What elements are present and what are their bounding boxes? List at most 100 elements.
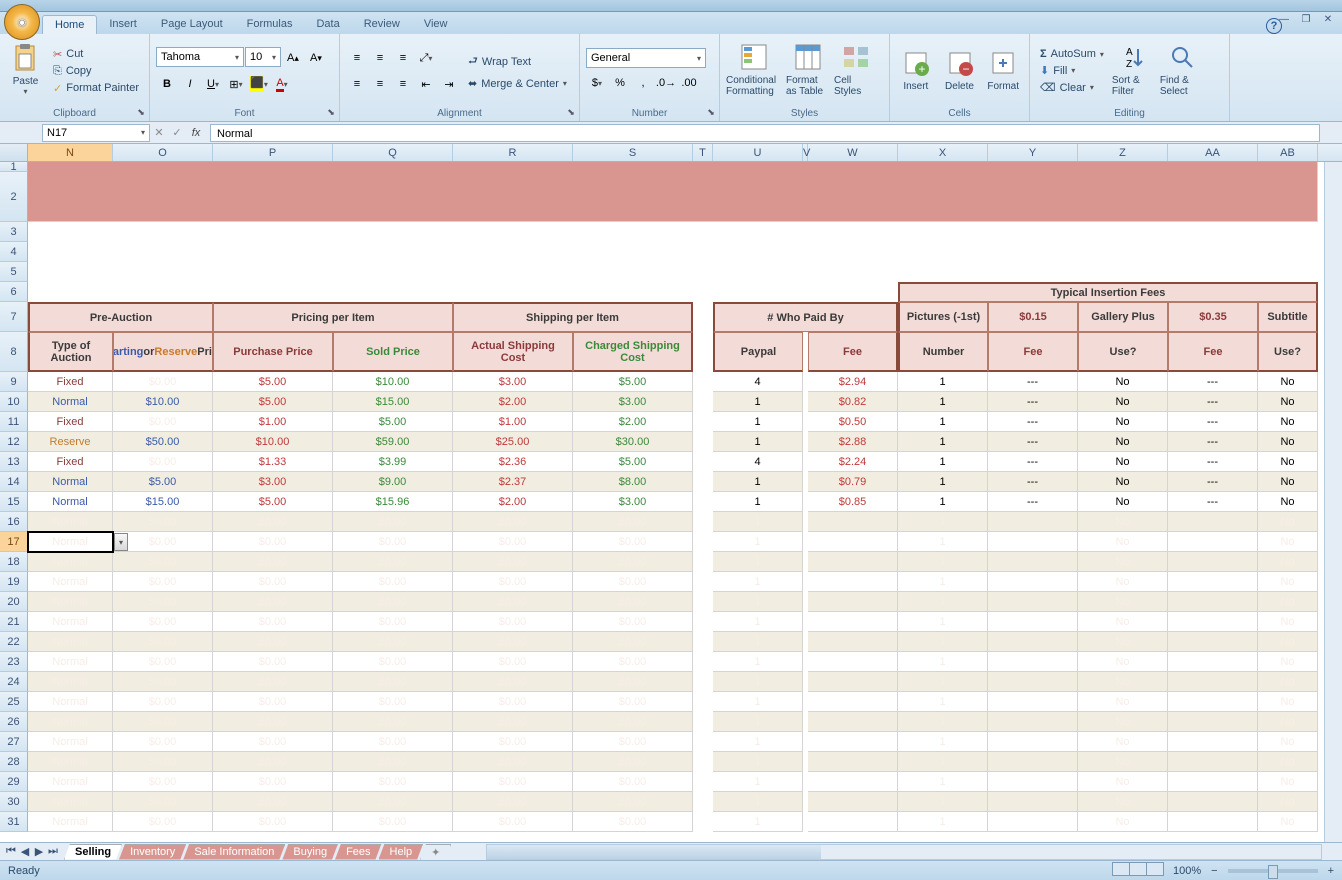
cell-N21[interactable]: Normal bbox=[28, 612, 113, 632]
cell-Y12[interactable]: --- bbox=[988, 432, 1078, 452]
cell-U14[interactable]: 1 bbox=[713, 472, 803, 492]
cell-S10[interactable]: $3.00 bbox=[573, 392, 693, 412]
cell-R15[interactable]: $2.00 bbox=[453, 492, 573, 512]
cell-O27[interactable]: $0.00 bbox=[113, 732, 213, 752]
close-icon[interactable]: ✕ bbox=[1320, 14, 1336, 26]
cell-X19[interactable]: 1 bbox=[898, 572, 988, 592]
cell-Z19[interactable]: No bbox=[1078, 572, 1168, 592]
cell-N20[interactable]: Normal bbox=[28, 592, 113, 612]
minimize-icon[interactable]: — bbox=[1276, 14, 1292, 26]
cell-AB20[interactable]: No bbox=[1258, 592, 1318, 612]
cell-P15[interactable]: $5.00 bbox=[213, 492, 333, 512]
cell-U11[interactable]: 1 bbox=[713, 412, 803, 432]
cell-AB11[interactable]: No bbox=[1258, 412, 1318, 432]
format-painter-button[interactable]: ✓Format Painter bbox=[49, 81, 143, 96]
cell-O31[interactable]: $0.00 bbox=[113, 812, 213, 832]
cell-AB8[interactable]: Use? bbox=[1258, 332, 1318, 372]
cell-P8[interactable]: Purchase Price bbox=[213, 332, 333, 372]
zoom-out-icon[interactable]: − bbox=[1211, 865, 1217, 877]
cell-W23[interactable] bbox=[808, 652, 898, 672]
selected-cell[interactable]: Normal bbox=[28, 532, 113, 552]
cell-AA13[interactable]: --- bbox=[1168, 452, 1258, 472]
cell-X20[interactable]: 1 bbox=[898, 592, 988, 612]
cell-AA16[interactable] bbox=[1168, 512, 1258, 532]
col-header-R[interactable]: R bbox=[453, 144, 573, 161]
cell-O19[interactable]: $0.00 bbox=[113, 572, 213, 592]
row-header-27[interactable]: 27 bbox=[0, 732, 28, 752]
row-header-31[interactable]: 31 bbox=[0, 812, 28, 832]
cell-X6[interactable]: Typical Insertion Fees bbox=[898, 282, 1318, 302]
cells-area[interactable]: Typical Insertion FeesPre-AuctionPricing… bbox=[28, 162, 1342, 832]
sheet-tab-buying[interactable]: Buying bbox=[282, 844, 338, 860]
cell-R16[interactable]: $0.00 bbox=[453, 512, 573, 532]
cell-styles-button[interactable]: Cell Styles bbox=[834, 36, 878, 102]
cell-Z28[interactable]: No bbox=[1078, 752, 1168, 772]
cell-AA26[interactable] bbox=[1168, 712, 1258, 732]
row-header-9[interactable]: 9 bbox=[0, 372, 28, 392]
cell-Z15[interactable]: No bbox=[1078, 492, 1168, 512]
cell-W22[interactable] bbox=[808, 632, 898, 652]
cell-N18[interactable]: Normal bbox=[28, 552, 113, 572]
cell-N23[interactable]: Normal bbox=[28, 652, 113, 672]
cell-S30[interactable]: $0.00 bbox=[573, 792, 693, 812]
dialog-launcher-icon[interactable]: ⬊ bbox=[325, 107, 337, 119]
view-buttons[interactable] bbox=[1112, 862, 1163, 879]
cell-Q28[interactable]: $0.00 bbox=[333, 752, 453, 772]
cell-N8[interactable]: Type of Auction bbox=[28, 332, 113, 372]
cell-X12[interactable]: 1 bbox=[898, 432, 988, 452]
font-color-button[interactable]: A▾ bbox=[271, 73, 293, 95]
col-header-Q[interactable]: Q bbox=[333, 144, 453, 161]
cell-N31[interactable]: Normal bbox=[28, 812, 113, 832]
cell-Y10[interactable]: --- bbox=[988, 392, 1078, 412]
cell-O17[interactable]: $0.00 bbox=[113, 532, 213, 552]
cell-Z18[interactable]: No bbox=[1078, 552, 1168, 572]
vertical-scrollbar[interactable] bbox=[1324, 162, 1342, 842]
row-header-21[interactable]: 21 bbox=[0, 612, 28, 632]
cell-X25[interactable]: 1 bbox=[898, 692, 988, 712]
cell-W25[interactable] bbox=[808, 692, 898, 712]
cell-R30[interactable]: $0.00 bbox=[453, 792, 573, 812]
formula-bar[interactable]: Normal bbox=[210, 124, 1320, 142]
cell-Y28[interactable] bbox=[988, 752, 1078, 772]
cell-AB22[interactable]: No bbox=[1258, 632, 1318, 652]
cell-P20[interactable]: $0.00 bbox=[213, 592, 333, 612]
cell-S19[interactable]: $0.00 bbox=[573, 572, 693, 592]
cell-S22[interactable]: $0.00 bbox=[573, 632, 693, 652]
cell-Y29[interactable] bbox=[988, 772, 1078, 792]
cell-N11[interactable]: Fixed bbox=[28, 412, 113, 432]
dialog-launcher-icon[interactable]: ⬊ bbox=[565, 107, 577, 119]
cell-N10[interactable]: Normal bbox=[28, 392, 113, 412]
cell-S20[interactable]: $0.00 bbox=[573, 592, 693, 612]
name-box[interactable]: N17▾ bbox=[42, 124, 150, 142]
cell-S12[interactable]: $30.00 bbox=[573, 432, 693, 452]
sheet-nav-next-icon[interactable]: ▶ bbox=[32, 845, 46, 858]
cell-Y18[interactable] bbox=[988, 552, 1078, 572]
col-header-N[interactable]: N bbox=[28, 144, 113, 161]
cell-R27[interactable]: $0.00 bbox=[453, 732, 573, 752]
cell-Y26[interactable] bbox=[988, 712, 1078, 732]
cell-U13[interactable]: 4 bbox=[713, 452, 803, 472]
cell-N9[interactable]: Fixed bbox=[28, 372, 113, 392]
number-format-combo[interactable]: General▾ bbox=[586, 48, 706, 68]
cell-AB19[interactable]: No bbox=[1258, 572, 1318, 592]
cell-U22[interactable]: 1 bbox=[713, 632, 803, 652]
cell-Q17[interactable]: $0.00 bbox=[333, 532, 453, 552]
row-header-15[interactable]: 15 bbox=[0, 492, 28, 512]
cell-AA22[interactable] bbox=[1168, 632, 1258, 652]
row-header-12[interactable]: 12 bbox=[0, 432, 28, 452]
cell-O10[interactable]: $10.00 bbox=[113, 392, 213, 412]
cell-R9[interactable]: $3.00 bbox=[453, 372, 573, 392]
cell-U20[interactable]: 1 bbox=[713, 592, 803, 612]
cell-Q8[interactable]: Sold Price bbox=[333, 332, 453, 372]
cell-O15[interactable]: $15.00 bbox=[113, 492, 213, 512]
cell-Y31[interactable] bbox=[988, 812, 1078, 832]
sheet-nav-first-icon[interactable]: ⏮ bbox=[4, 845, 18, 858]
cell-U8[interactable]: Paypal bbox=[713, 332, 803, 372]
cell-U10[interactable]: 1 bbox=[713, 392, 803, 412]
cell-Q16[interactable]: $0.00 bbox=[333, 512, 453, 532]
cell-N29[interactable]: Normal bbox=[28, 772, 113, 792]
cell-O23[interactable]: $0.00 bbox=[113, 652, 213, 672]
cell-AB15[interactable]: No bbox=[1258, 492, 1318, 512]
align-right-button[interactable]: ≡ bbox=[392, 73, 414, 95]
cell-R18[interactable]: $0.00 bbox=[453, 552, 573, 572]
